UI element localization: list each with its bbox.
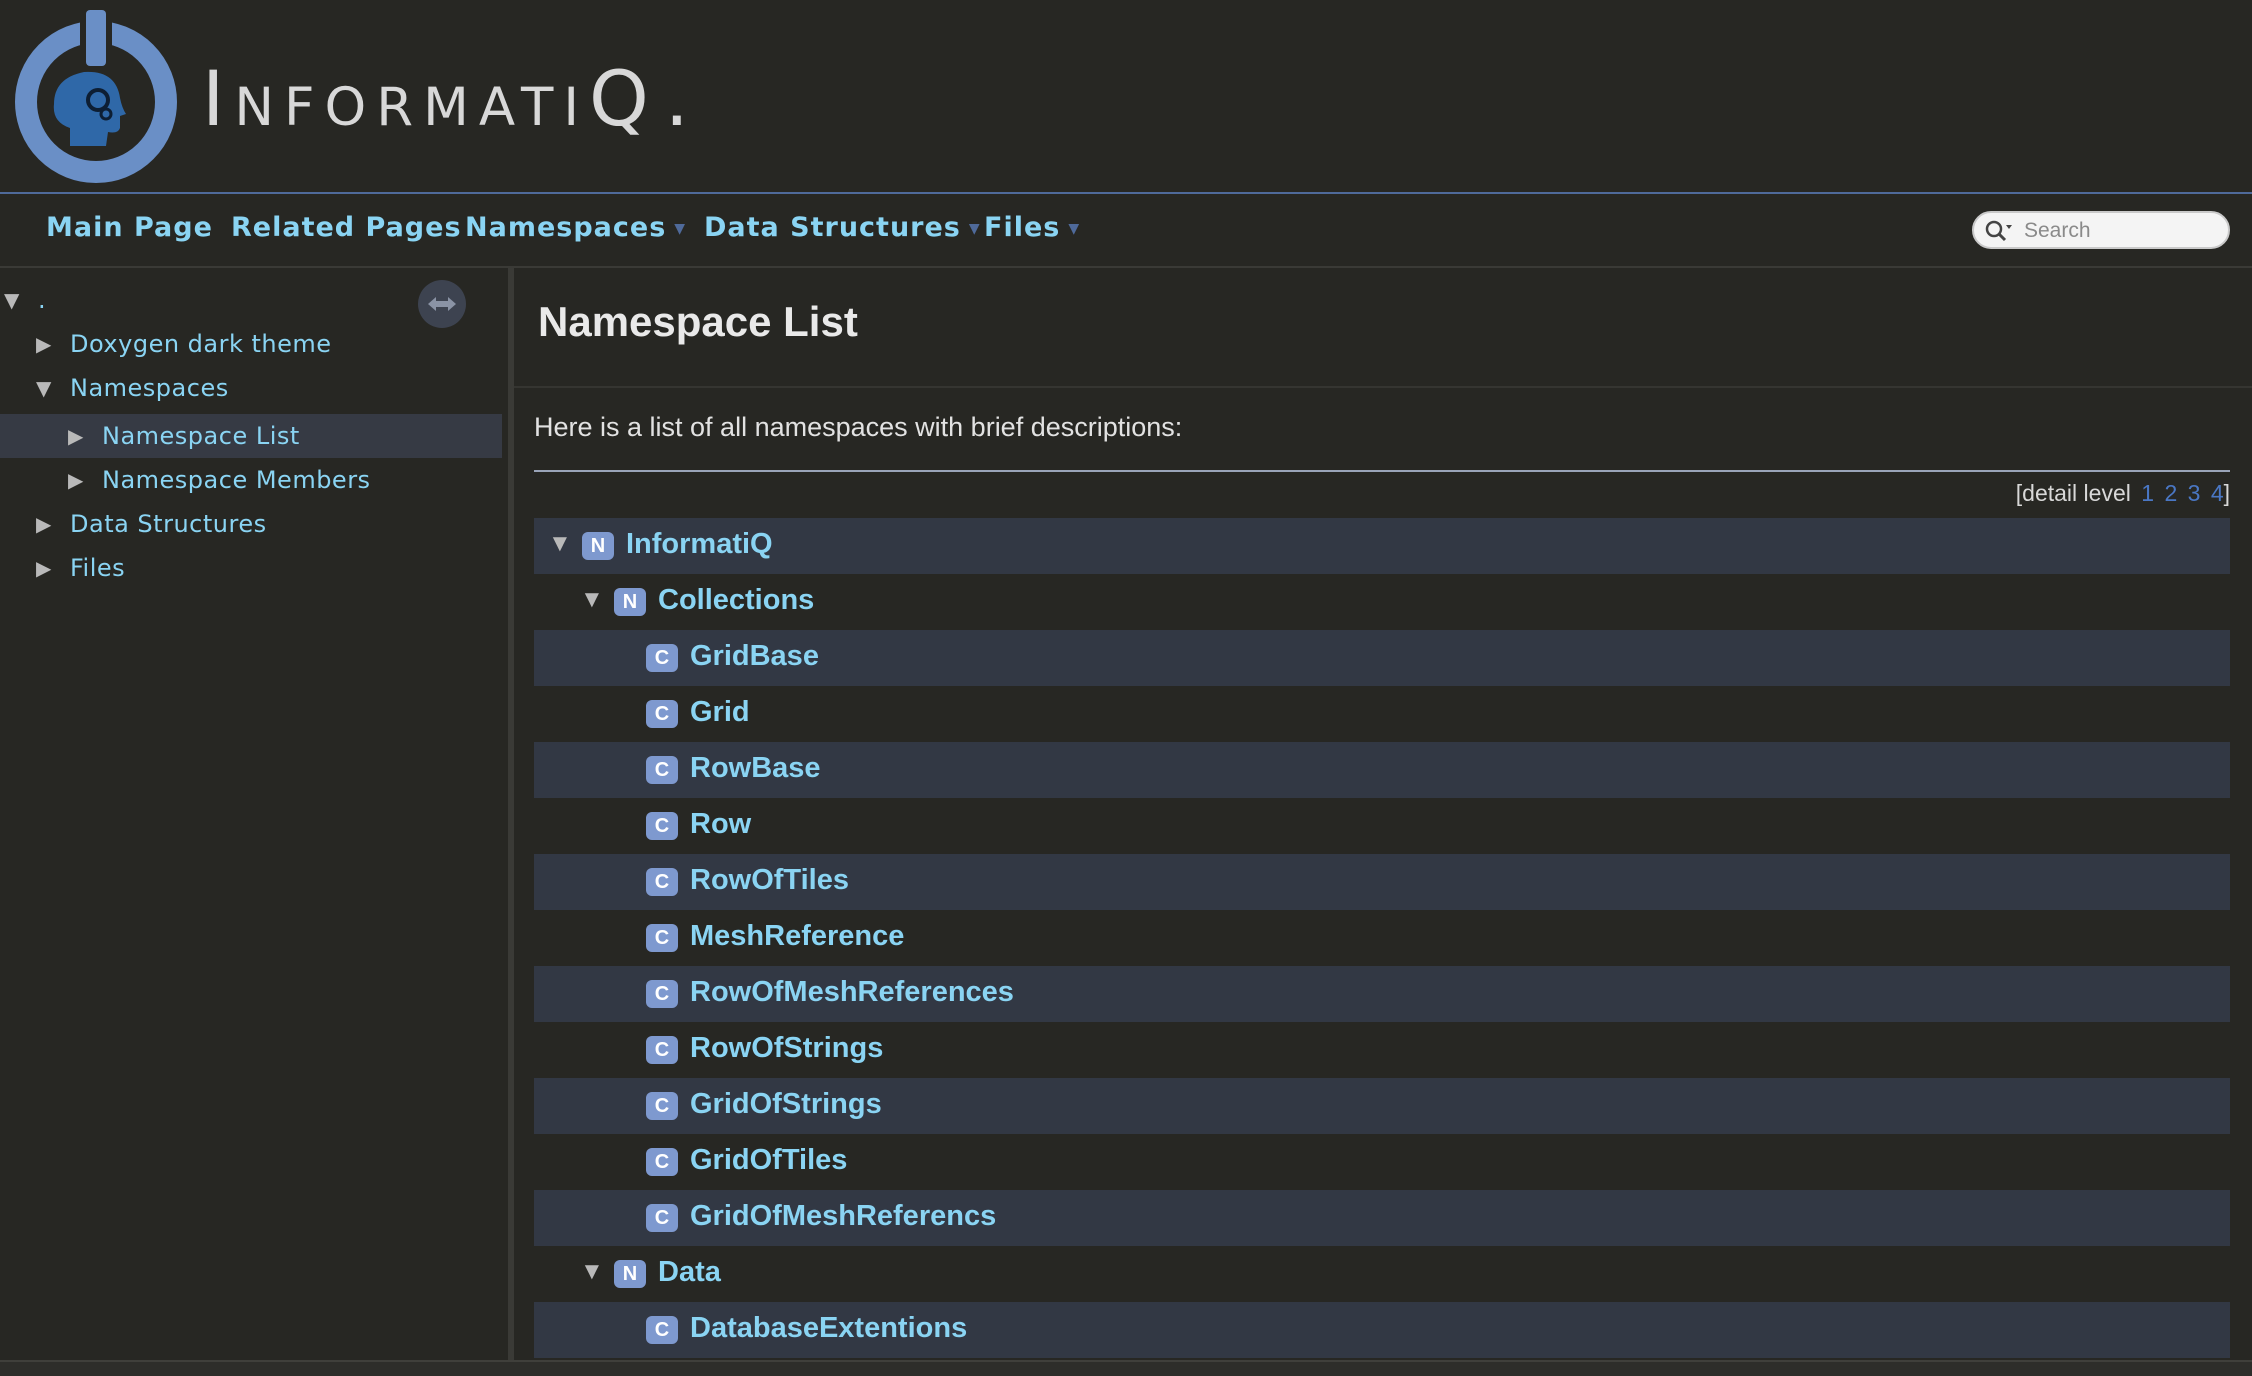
tree-item-files[interactable]: ▶ Files [0,546,502,590]
table-row: C RowOfTiles [534,854,2230,910]
class-link[interactable]: GridOfTiles [690,1144,847,1177]
main-content: Namespace List Here is a list of all nam… [514,268,2252,1360]
namespace-link[interactable]: Data [658,1256,721,1289]
namespace-badge-icon: N [614,1260,646,1288]
tree-item-label: Namespace Members [102,466,371,494]
table-row: C RowOfStrings [534,1022,2230,1078]
class-link[interactable]: MeshReference [690,920,904,953]
nav-main-page[interactable]: Main Page [46,212,213,243]
footer-edge [0,1360,2252,1376]
table-row: ▼ N Data [534,1246,2230,1302]
class-badge-icon: C [646,1092,678,1120]
table-row: C RowOfMeshReferences [534,966,2230,1022]
tree-item-label: Files [70,554,126,582]
class-link[interactable]: GridOfMeshReferencs [690,1200,996,1233]
collapse-arrow-icon[interactable]: ▼ [580,586,604,614]
tree-item-namespace-members[interactable]: ▶ Namespace Members [0,458,502,502]
class-link[interactable]: GridBase [690,640,819,673]
detail-level-selector: [detail level 1 2 3 4] [2016,480,2230,507]
nav-related-pages[interactable]: Related Pages [231,212,462,243]
brand-wordmark: InformatiQ. [202,54,699,143]
table-row: C GridOfStrings [534,1078,2230,1134]
search-box[interactable] [1972,211,2230,249]
page-title: Namespace List [538,298,858,345]
class-badge-icon: C [646,1204,678,1232]
search-input[interactable] [2022,216,2222,246]
class-badge-icon: C [646,1148,678,1176]
namespace-link[interactable]: Collections [658,584,814,617]
class-badge-icon: C [646,980,678,1008]
table-row: C GridOfMeshReferencs [534,1190,2230,1246]
table-row: C MeshReference [534,910,2230,966]
class-badge-icon: C [646,756,678,784]
expand-arrow-icon[interactable]: ▶ [36,502,51,546]
collapse-arrow-icon[interactable]: ▼ [580,1258,604,1286]
table-row: C RowBase [534,742,2230,798]
class-badge-icon: C [646,644,678,672]
chevron-down-icon: ▼ [968,220,981,237]
class-link[interactable]: RowBase [690,752,821,785]
nav-namespaces[interactable]: Namespaces ▼ [465,212,686,243]
table-row: ▼ N InformatiQ [534,518,2230,574]
tree-item-label: Doxygen dark theme [70,330,332,358]
tree-item-doxygen-dark-theme[interactable]: ▶ Doxygen dark theme [0,322,502,366]
tree-item-data-structures[interactable]: ▶ Data Structures [0,502,502,546]
namespace-badge-icon: N [614,588,646,616]
logo-power-head-icon [15,8,177,183]
divider [534,470,2230,472]
expand-arrow-icon[interactable]: ▶ [68,458,83,502]
table-row: C DatabaseExtentions [534,1302,2230,1358]
collapse-arrow-icon[interactable]: ▼ [548,530,572,558]
chevron-down-icon: ▼ [674,220,687,237]
expand-arrow-icon[interactable]: ▶ [36,546,51,590]
tree-item-root[interactable]: ▼ . [0,278,502,322]
table-row: ▼ N Collections [534,574,2230,630]
expand-arrow-icon[interactable]: ▼ [36,366,51,410]
nav-data-structures[interactable]: Data Structures ▼ [704,212,981,243]
class-badge-icon: C [646,1316,678,1344]
detail-level-close: ] [2223,480,2230,506]
detail-level-1-link[interactable]: 1 [2141,480,2154,506]
divider [514,386,2252,388]
class-link[interactable]: RowOfMeshReferences [690,976,1014,1009]
detail-level-3-link[interactable]: 3 [2188,480,2201,506]
table-row: C Grid [534,686,2230,742]
class-link[interactable]: RowOfTiles [690,864,849,897]
class-link[interactable]: GridOfStrings [690,1088,882,1121]
intro-text: Here is a list of all namespaces with br… [534,412,1183,442]
expand-arrow-icon[interactable]: ▶ [36,322,51,366]
chevron-down-icon: ▼ [1068,220,1081,237]
table-row: C Row [534,798,2230,854]
class-link[interactable]: RowOfStrings [690,1032,883,1065]
table-row: C GridOfTiles [534,1134,2230,1190]
main-nav: Main Page Related Pages Namespaces ▼ Data… [0,194,2252,268]
detail-level-4-link[interactable]: 4 [2211,480,2224,506]
nav-tree-sidebar: ▼ . ▶ Doxygen dark theme ▼ Namespaces ▶ … [0,268,508,1360]
class-badge-icon: C [646,924,678,952]
detail-level-2-link[interactable]: 2 [2164,480,2177,506]
namespace-badge-icon: N [582,532,614,560]
class-link[interactable]: DatabaseExtentions [690,1312,967,1345]
class-badge-icon: C [646,1036,678,1064]
class-badge-icon: C [646,868,678,896]
nav-files[interactable]: Files ▼ [984,212,1080,243]
class-badge-icon: C [646,812,678,840]
namespace-link[interactable]: InformatiQ [626,528,773,561]
class-link[interactable]: Grid [690,696,750,729]
class-link[interactable]: Row [690,808,751,841]
brand-dot: . [664,54,699,143]
tree-item-label: Namespace List [102,422,300,450]
tree-item-label: Namespaces [70,374,229,402]
search-icon[interactable] [1984,219,2014,243]
expand-arrow-icon[interactable]: ▼ [4,278,19,322]
tree-item-label: Data Structures [70,510,267,538]
header: InformatiQ. [0,0,2252,194]
tree-item-namespace-list[interactable]: ▶ Namespace List [0,414,502,458]
class-badge-icon: C [646,700,678,728]
table-row: C GridBase [534,630,2230,686]
tree-item-label: . [38,286,47,314]
expand-arrow-icon[interactable]: ▶ [68,414,83,458]
detail-level-label: [detail level [2015,480,2131,506]
tree-item-namespaces[interactable]: ▼ Namespaces [0,366,502,410]
